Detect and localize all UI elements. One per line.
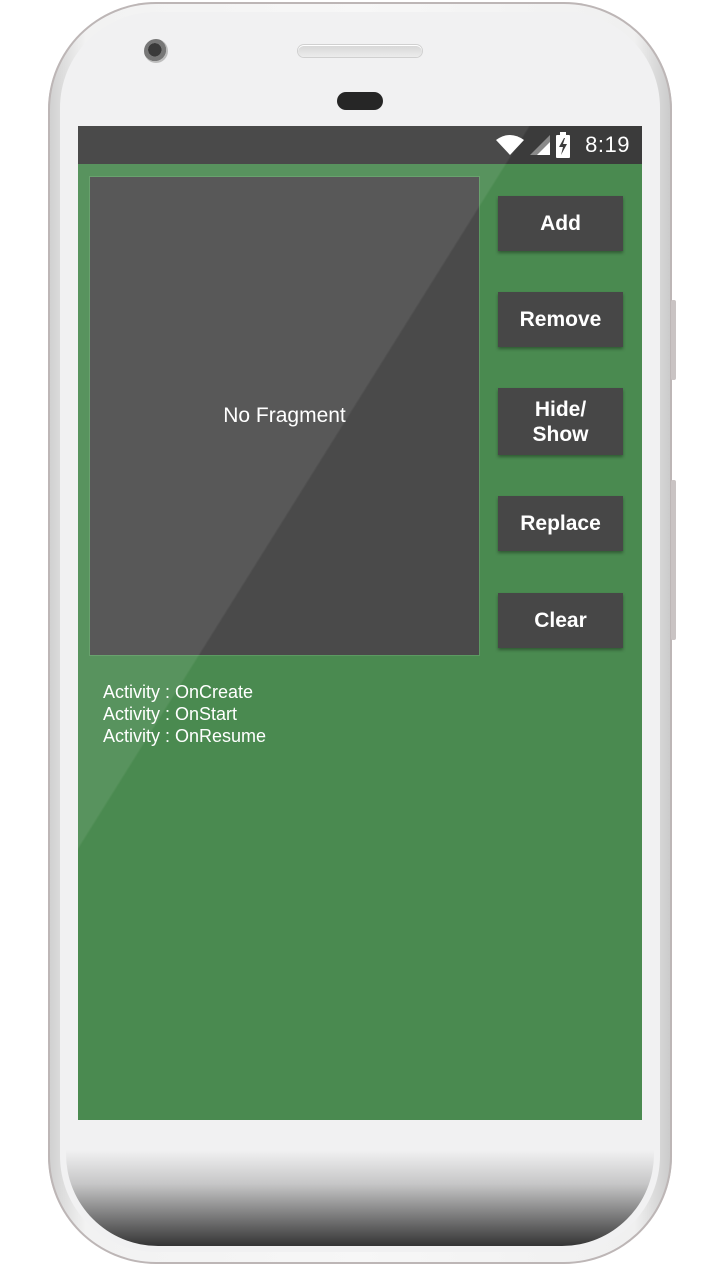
app-screen: 8:19 No Fragment Add Remove Hide/ Show R… xyxy=(78,126,642,1120)
log-line: Activity : OnStart xyxy=(103,704,238,724)
add-button[interactable]: Add xyxy=(498,196,623,251)
hide-show-button[interactable]: Hide/ Show xyxy=(498,388,623,455)
battery-charging-icon xyxy=(555,132,571,158)
wifi-icon xyxy=(495,134,525,156)
replace-button[interactable]: Replace xyxy=(498,496,623,551)
cellular-signal-icon xyxy=(529,134,551,156)
fragment-placeholder-text: No Fragment xyxy=(223,404,346,427)
proximity-sensor xyxy=(337,92,383,110)
earpiece-speaker xyxy=(298,45,422,57)
status-time: 8:19 xyxy=(585,132,630,157)
clear-button[interactable]: Clear xyxy=(498,593,623,648)
log-line: Activity : OnCreate xyxy=(103,682,254,702)
status-bar: 8:19 xyxy=(78,126,642,164)
volume-button xyxy=(671,300,676,380)
fragment-container: No Fragment xyxy=(90,177,479,655)
phone-chin xyxy=(66,1150,654,1246)
status-icons: 8:19 xyxy=(495,126,630,164)
device-mockup: 8:19 No Fragment Add Remove Hide/ Show R… xyxy=(0,0,720,1280)
power-button xyxy=(671,480,676,640)
lifecycle-log: Activity : OnCreate Activity : OnStart A… xyxy=(103,681,266,747)
log-line: Activity : OnResume xyxy=(103,726,267,746)
front-camera xyxy=(144,39,168,63)
remove-button[interactable]: Remove xyxy=(498,292,623,347)
